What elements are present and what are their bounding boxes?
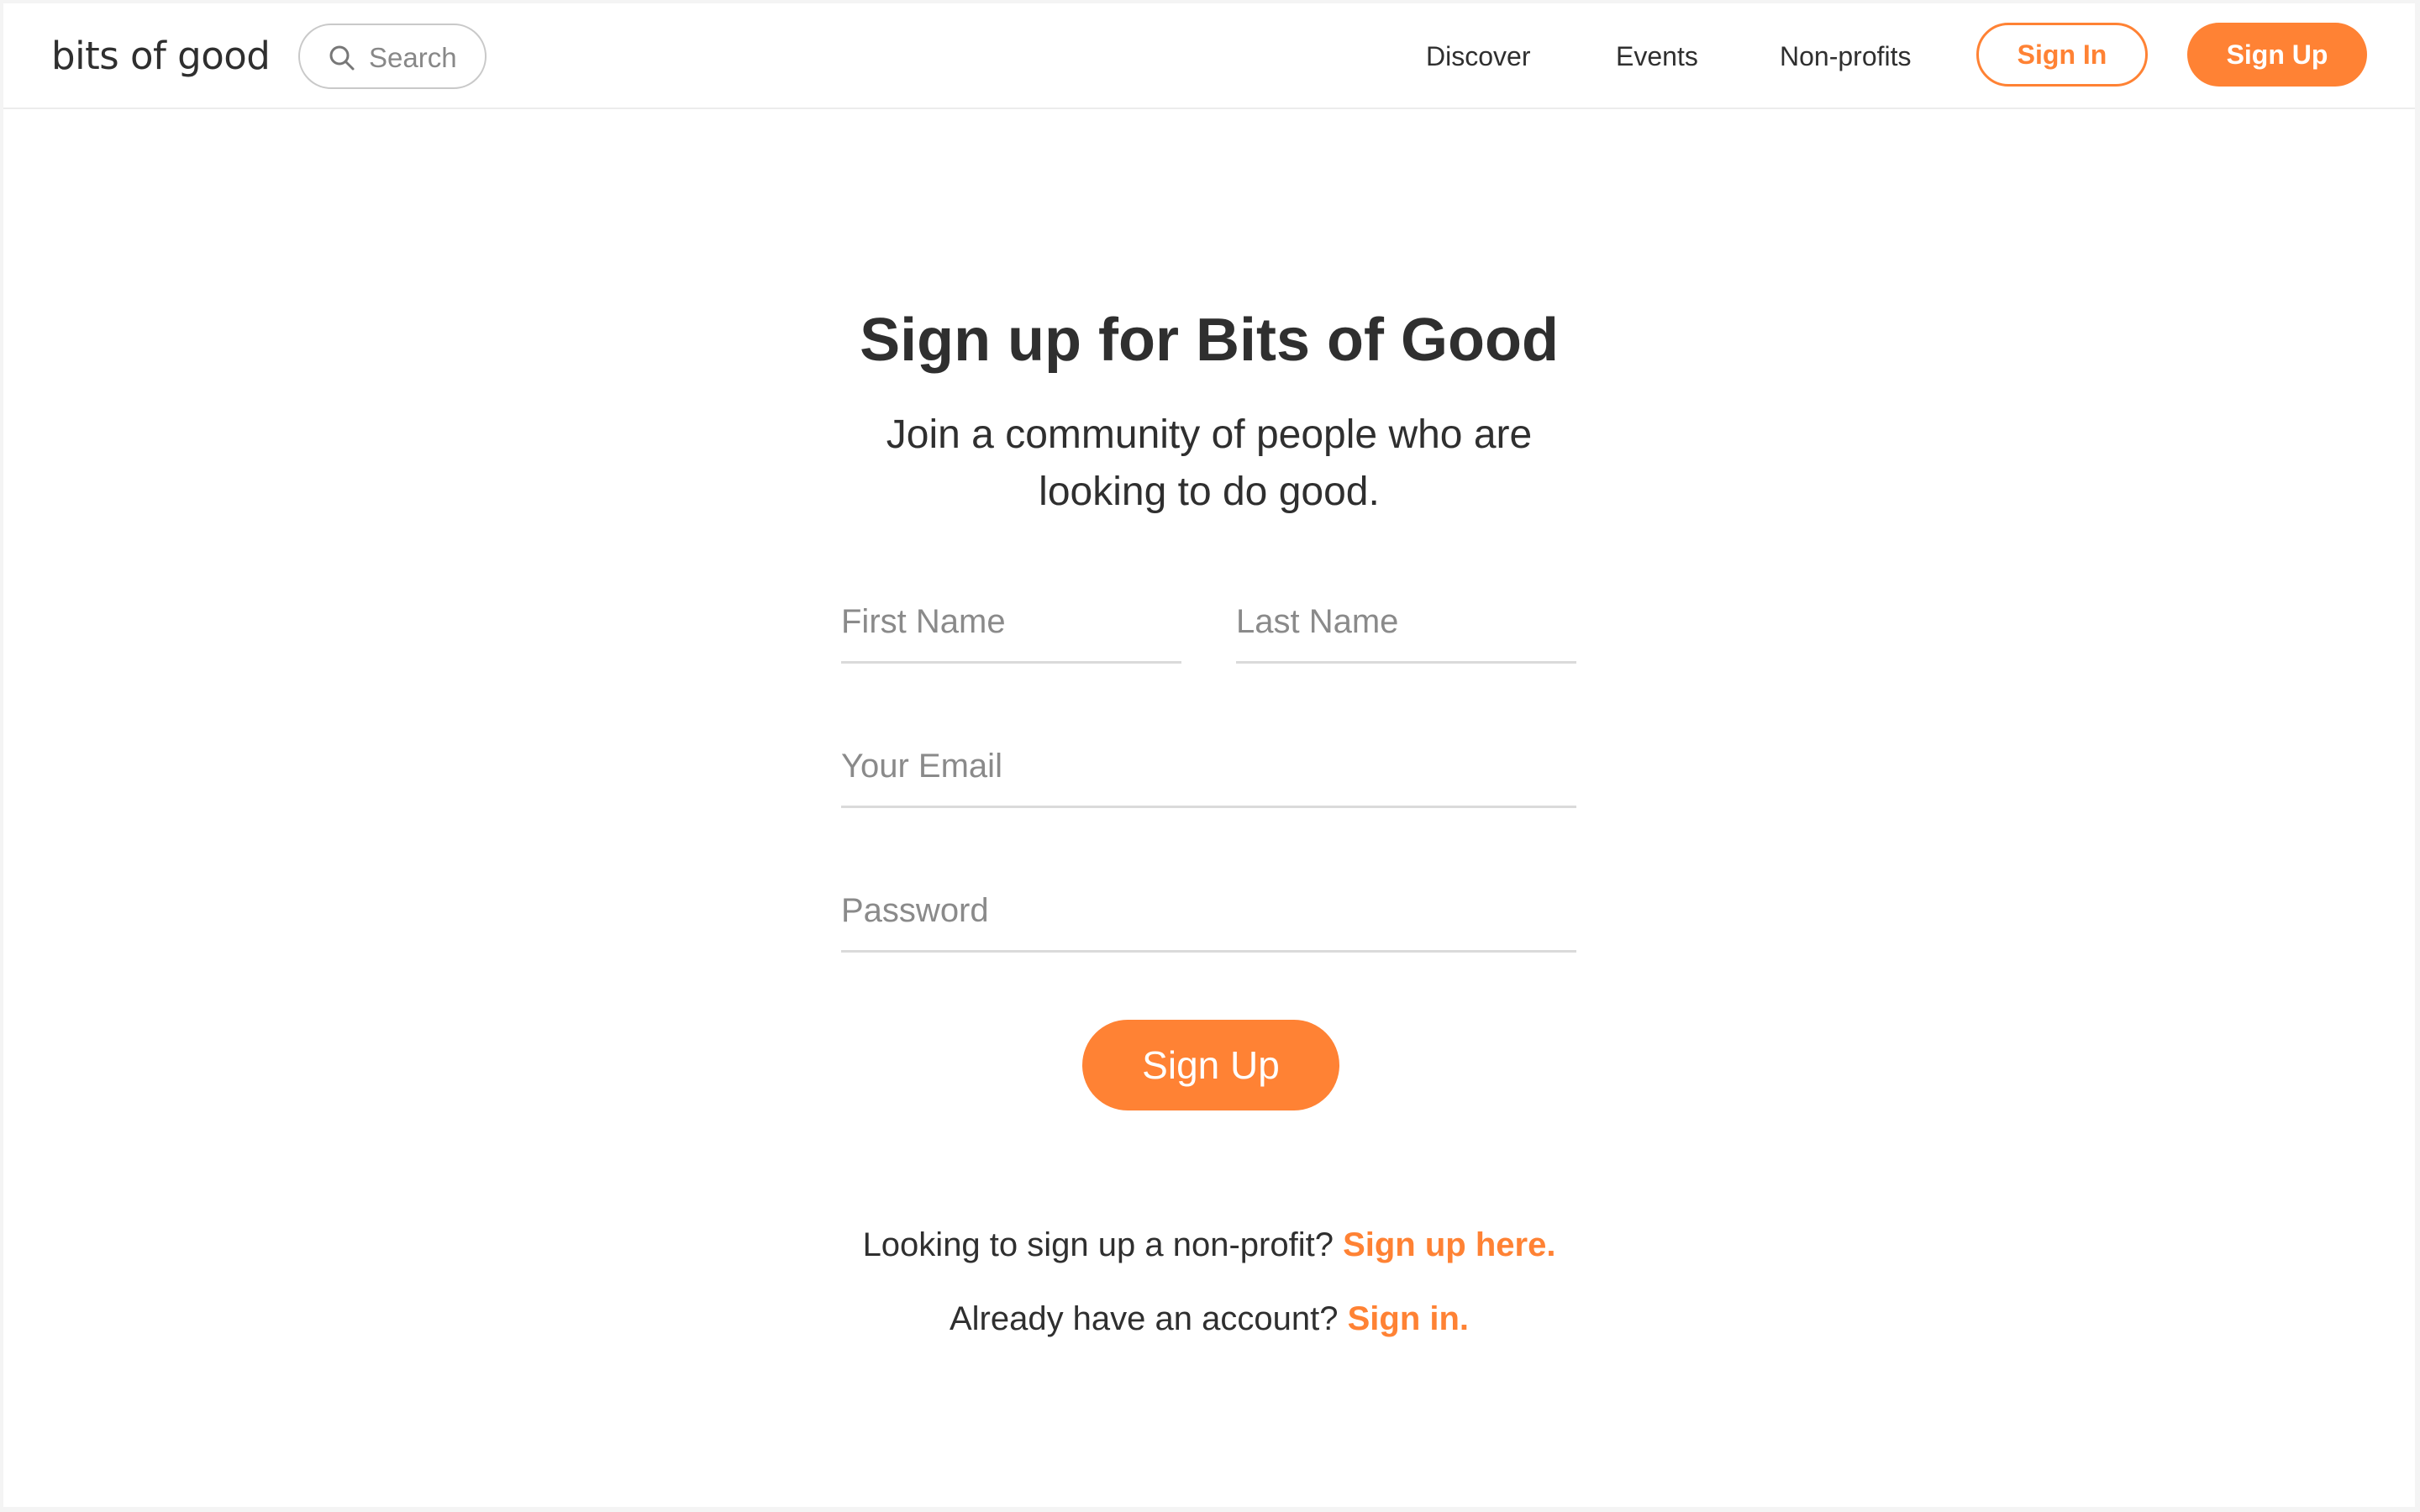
- nonprofit-signup-line: Looking to sign up a non-profit? Sign up…: [3, 1226, 2415, 1264]
- header-sign-in-button[interactable]: Sign In: [1976, 23, 2148, 87]
- page-title: Sign up for Bits of Good: [860, 307, 1559, 374]
- search-icon: [329, 45, 355, 71]
- nav-discover[interactable]: Discover: [1426, 41, 1530, 72]
- nonprofit-prompt: Looking to sign up a non-profit?: [862, 1226, 1334, 1263]
- top-navbar: bits of good Search Discover Events Non-…: [3, 3, 2415, 109]
- account-prompt: Already have an account?: [949, 1300, 1339, 1337]
- logo[interactable]: bits of good: [51, 34, 271, 78]
- first-name-placeholder: First Name: [841, 603, 1006, 640]
- nonprofit-signup-link[interactable]: Sign up here.: [1343, 1226, 1555, 1263]
- sign-in-link[interactable]: Sign in.: [1348, 1300, 1469, 1337]
- first-name-field[interactable]: First Name: [841, 586, 1181, 664]
- password-field[interactable]: Password: [841, 875, 1576, 953]
- last-name-field[interactable]: Last Name: [1236, 586, 1576, 664]
- page: bits of good Search Discover Events Non-…: [3, 3, 2415, 1507]
- search-input[interactable]: Search: [298, 24, 487, 89]
- search-placeholder: Search: [369, 42, 457, 73]
- nav-events[interactable]: Events: [1616, 41, 1698, 72]
- header-sign-up-button[interactable]: Sign Up: [2187, 23, 2367, 87]
- password-placeholder: Password: [841, 892, 989, 929]
- email-field[interactable]: Your Email: [841, 731, 1576, 808]
- sign-up-submit-button[interactable]: Sign Up: [1082, 1020, 1339, 1110]
- nav-non-profits[interactable]: Non-profits: [1780, 41, 1912, 72]
- email-placeholder: Your Email: [841, 748, 1002, 785]
- page-subtitle: Join a community of people who are looki…: [886, 412, 1533, 514]
- signin-line: Already have an account? Sign in.: [3, 1300, 2415, 1338]
- last-name-placeholder: Last Name: [1236, 603, 1399, 640]
